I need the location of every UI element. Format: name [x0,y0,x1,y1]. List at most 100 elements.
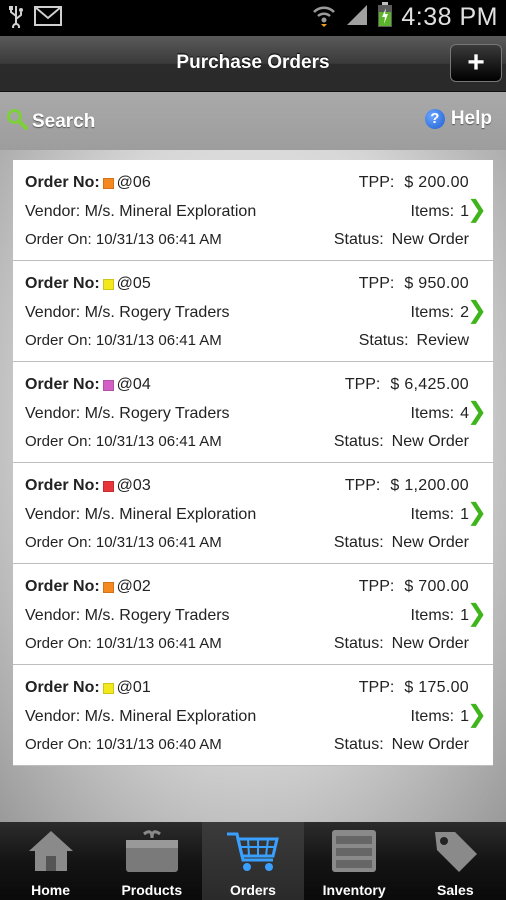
items-label: Items: [410,506,455,523]
vendor-name: M/s. Mineral Exploration [84,708,257,725]
status-label: Status: [333,736,384,753]
order-on-label: Order On: [25,736,92,753]
wifi-icon [311,2,337,33]
items-group: Items: 1 [411,506,469,524]
chevron-right-icon[interactable]: ❯ [467,501,487,525]
tab-home[interactable]: Home [0,822,101,900]
tpp-group: TPP: $ 200.00 [359,174,469,192]
help-icon: ? [424,109,445,129]
tpp-label: TPP: [358,578,395,595]
status-group: Status: New Order [334,736,469,754]
order-no-label: Order No: [25,578,100,595]
order-status: New Order [391,635,469,652]
tab-label: Products [121,882,183,898]
vendor-row: Vendor: M/s. Mineral Exploration [25,203,469,221]
order-amount: $ 175.00 [404,679,469,696]
status-group: Status: New Order [334,433,469,451]
items-label: Items: [410,607,455,624]
chevron-right-icon[interactable]: ❯ [467,198,487,222]
vendor-row: Vendor: M/s. Mineral Exploration [25,708,469,726]
vendor-row: Vendor: M/s. Rogery Traders [25,607,469,625]
items-label: Items: [410,304,455,321]
vendor-label: Vendor: [25,708,81,725]
tab-inventory[interactable]: Inventory [304,822,405,900]
tpp-group: TPP: $ 175.00 [359,679,469,697]
order-date: 10/31/13 06:41 AM [95,433,222,450]
order-no-label: Order No: [25,477,100,494]
order-item[interactable]: Order No: @01 Vendor: M/s. Mineral Explo… [13,665,493,766]
items-label: Items: [410,405,455,422]
vendor-name: M/s. Mineral Exploration [84,506,257,523]
items-group: Items: 1 [411,203,469,221]
cart-icon [225,828,281,877]
order-item[interactable]: Order No: @04 Vendor: M/s. Rogery Trader… [13,362,493,463]
items-group: Items: 1 [411,708,469,726]
status-label: Status: [333,534,384,551]
tab-bar: Home Products Orders Inventory Sales [0,822,506,900]
chevron-right-icon[interactable]: ❯ [467,703,487,727]
add-order-button[interactable]: + [450,44,502,82]
tpp-label: TPP: [358,174,395,191]
order-item[interactable]: Order No: @02 Vendor: M/s. Rogery Trader… [13,564,493,665]
order-color-swatch [102,480,114,492]
chevron-right-icon[interactable]: ❯ [467,299,487,323]
status-group: Status: New Order [334,231,469,249]
status-label: Status: [333,433,384,450]
order-number: @06 [116,174,151,191]
battery-icon [377,2,393,33]
order-date: 10/31/13 06:41 AM [95,635,222,652]
vendor-row: Vendor: M/s. Rogery Traders [25,405,469,423]
order-amount: $ 950.00 [404,275,469,292]
page-title: Purchase Orders [176,52,330,73]
order-no-label: Order No: [25,275,100,292]
tpp-label: TPP: [358,679,395,696]
search-label: Search [32,110,96,132]
tpp-group: TPP: $ 6,425.00 [345,376,469,394]
order-status: New Order [391,433,469,450]
vendor-name: M/s. Mineral Exploration [84,203,257,220]
tpp-group: TPP: $ 700.00 [359,578,469,596]
vendor-label: Vendor: [25,203,81,220]
items-label: Items: [410,203,455,220]
tab-label: Inventory [322,882,386,898]
order-item[interactable]: Order No: @06 Vendor: M/s. Mineral Explo… [13,160,493,261]
order-item[interactable]: Order No: @05 Vendor: M/s. Rogery Trader… [13,261,493,362]
items-label: Items: [410,708,455,725]
order-date: 10/31/13 06:40 AM [95,736,222,753]
price-tag-icon [429,828,481,877]
search-icon [6,108,28,135]
order-no-label: Order No: [25,376,100,393]
email-icon [34,6,62,31]
usb-icon [8,4,24,33]
order-status: New Order [391,736,469,753]
order-number: @05 [116,275,151,292]
order-color-swatch [102,682,114,694]
search-button[interactable]: Search [6,108,95,135]
tab-products[interactable]: Products [101,822,202,900]
tpp-label: TPP: [344,376,381,393]
vendor-label: Vendor: [25,506,81,523]
help-button[interactable]: ? Help [424,108,492,130]
toolbar: Search ? Help [0,92,506,150]
order-no-label: Order No: [25,174,100,191]
order-amount: $ 1,200.00 [390,477,469,494]
order-no-label: Order No: [25,679,100,696]
help-label: Help [450,108,492,129]
tpp-group: TPP: $ 950.00 [359,275,469,293]
status-group: Status: Review [359,332,469,350]
items-group: Items: 1 [411,607,469,625]
order-item[interactable]: Order No: @03 Vendor: M/s. Mineral Explo… [13,463,493,564]
vendor-label: Vendor: [25,607,81,624]
order-amount: $ 700.00 [404,578,469,595]
status-group: Status: New Order [334,534,469,552]
vendor-row: Vendor: M/s. Mineral Exploration [25,506,469,524]
order-color-swatch [102,379,114,391]
clock-time: 4:38 PM [401,3,498,31]
order-on-label: Order On: [25,534,92,551]
tab-orders[interactable]: Orders [202,822,304,900]
chevron-right-icon[interactable]: ❯ [467,400,487,424]
tab-sales[interactable]: Sales [405,822,506,900]
order-date: 10/31/13 06:41 AM [95,534,222,551]
chevron-right-icon[interactable]: ❯ [467,602,487,626]
order-color-swatch [102,278,114,290]
